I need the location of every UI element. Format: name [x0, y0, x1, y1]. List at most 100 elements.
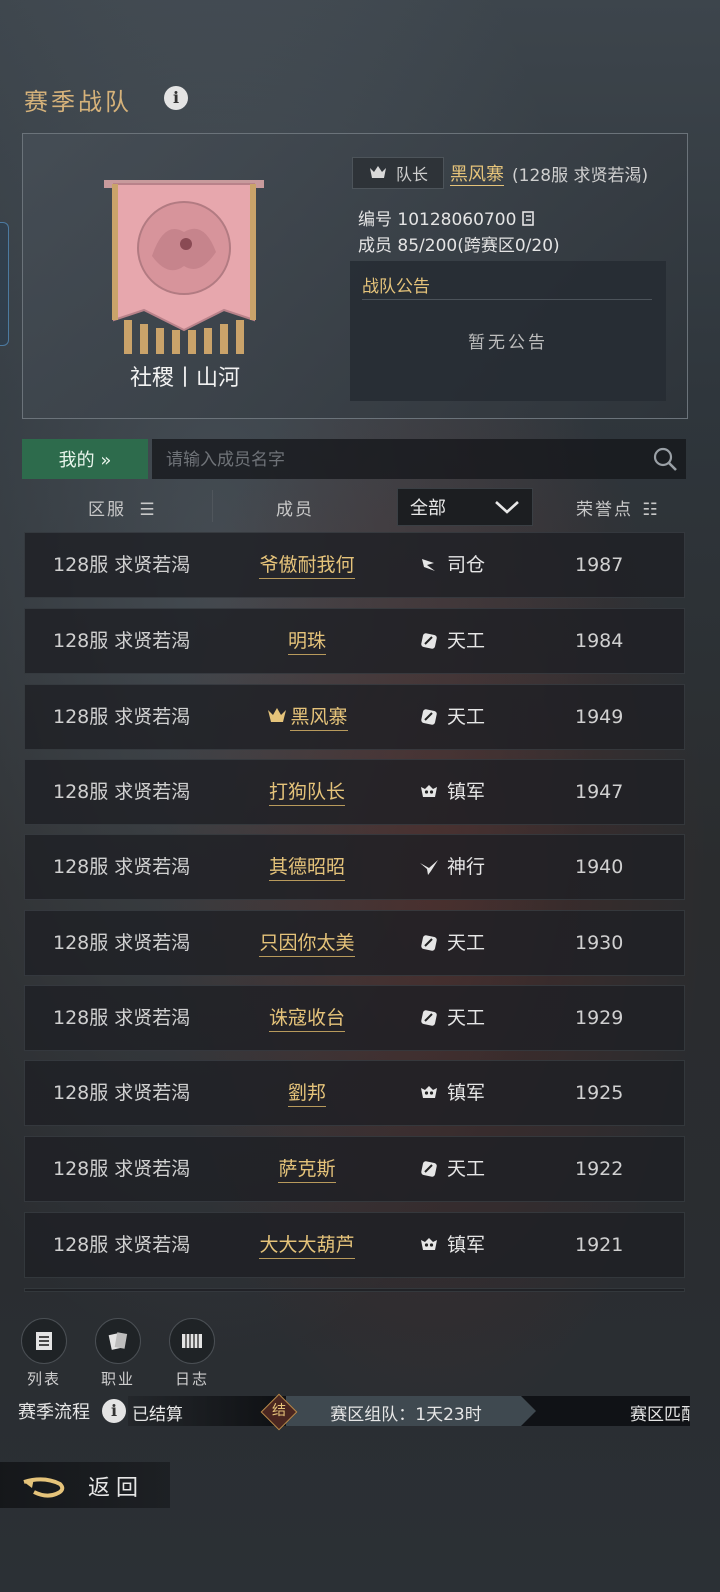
zhenjun-icon	[419, 1235, 439, 1255]
stage-current: 赛区组队：1天23时	[330, 1405, 482, 1425]
member-name-link[interactable]: 大大大葫芦	[215, 1213, 399, 1277]
member-name-link[interactable]: 黑风寨	[215, 685, 399, 749]
back-label[interactable]: 返回	[88, 1470, 144, 1502]
sicang-icon	[419, 555, 439, 575]
member-score: 1987	[575, 554, 624, 576]
member-job: 镇军	[419, 1061, 485, 1125]
sort-icon[interactable]: ☷	[642, 500, 659, 520]
member-job: 天工	[419, 685, 485, 749]
side-tab[interactable]	[0, 222, 9, 346]
info-icon[interactable]: i	[164, 86, 188, 110]
member-job: 天工	[419, 911, 485, 975]
tiangong-icon	[419, 707, 439, 727]
page-title: 赛季战队	[24, 88, 132, 116]
member-job: 天工	[419, 609, 485, 673]
member-row[interactable]: 128服 求贤若渴 打狗队长 镇军 1947	[24, 759, 685, 825]
member-job: 天工	[419, 1137, 485, 1201]
member-name-link[interactable]: 只因你太美	[215, 911, 399, 975]
member-job: 天工	[419, 986, 485, 1050]
column-score[interactable]: 荣誉点 ☷	[576, 495, 660, 520]
back-arrow-icon[interactable]	[20, 1474, 68, 1500]
season-info-icon[interactable]: i	[102, 1399, 126, 1423]
column-member: 成员	[276, 500, 314, 520]
mine-button[interactable]: 我的 »	[22, 439, 148, 479]
notice-body: 暂无公告	[468, 333, 548, 353]
member-name-link[interactable]: 打狗队长	[215, 760, 399, 824]
leader-label: 队长	[395, 165, 428, 184]
column-divider	[212, 490, 213, 522]
member-score: 1947	[575, 781, 624, 803]
member-server: 128服 求贤若渴	[53, 630, 191, 652]
member-row[interactable]: 128服 求贤若渴 萨克斯 天工 1922	[24, 1136, 685, 1202]
leader-crest-icon	[369, 166, 386, 178]
copy-icon[interactable]	[521, 211, 536, 227]
stage-settled: 已结算	[132, 1405, 183, 1425]
member-server: 128服 求贤若渴	[53, 1007, 191, 1029]
member-job: 镇军	[419, 760, 485, 824]
member-job: 神行	[419, 835, 485, 899]
member-row[interactable]: 128服 求贤若渴 诛寇收台 天工 1929	[24, 985, 685, 1051]
member-score: 1930	[575, 932, 624, 954]
shenxing-icon	[419, 857, 439, 877]
stage-marker-label: 结	[272, 1403, 286, 1419]
member-score: 1940	[575, 856, 624, 878]
member-server: 128服 求贤若渴	[53, 932, 191, 954]
cards-icon	[108, 1332, 128, 1350]
list-icon	[36, 1332, 52, 1350]
member-name-link[interactable]: 萨克斯	[215, 1137, 399, 1201]
job-filter-select[interactable]: 全部	[397, 488, 533, 526]
member-row-partial	[24, 1288, 685, 1292]
member-name-link[interactable]: 诛寇收台	[215, 986, 399, 1050]
member-score: 1984	[575, 630, 624, 652]
zhenjun-icon	[419, 1083, 439, 1103]
toolbar-job-button[interactable]: 职业	[94, 1318, 142, 1389]
tiangong-icon	[419, 1008, 439, 1028]
member-job: 司仓	[419, 533, 485, 597]
team-id: 编号 10128060700	[358, 205, 536, 230]
member-row[interactable]: 128服 求贤若渴 其德昭昭 神行 1940	[24, 834, 685, 900]
member-score: 1929	[575, 1007, 624, 1029]
toolbar-log-button[interactable]: 日志	[168, 1318, 216, 1389]
search-icon[interactable]	[652, 446, 678, 472]
team-banner-emblem	[104, 180, 264, 354]
zhenjun-icon	[419, 782, 439, 802]
member-row[interactable]: 128服 求贤若渴 只因你太美 天工 1930	[24, 910, 685, 976]
member-server: 128服 求贤若渴	[53, 706, 191, 728]
chevron-down-icon	[495, 501, 519, 514]
leader-tag: 队长	[352, 157, 444, 189]
member-row[interactable]: 128服 求贤若渴 明珠 天工 1984	[24, 608, 685, 674]
member-server: 128服 求贤若渴	[53, 1234, 191, 1256]
tiangong-icon	[419, 933, 439, 953]
tiangong-icon	[419, 1159, 439, 1179]
notice-title: 战队公告	[362, 277, 430, 297]
member-row[interactable]: 128服 求贤若渴 爷傲耐我何 司仓 1987	[24, 532, 685, 598]
member-name-link[interactable]: 劉邦	[215, 1061, 399, 1125]
member-name-link[interactable]: 其德昭昭	[215, 835, 399, 899]
toolbar-list-button[interactable]: 列表	[20, 1318, 68, 1389]
member-server: 128服 求贤若渴	[53, 781, 191, 803]
scroll-log-icon	[182, 1334, 202, 1348]
member-row[interactable]: 128服 求贤若渴 黑风寨 天工 1949	[24, 684, 685, 750]
member-row[interactable]: 128服 求贤若渴 大大大葫芦 镇军 1921	[24, 1212, 685, 1278]
search-input[interactable]	[164, 447, 628, 473]
leader-server: (128服 求贤若渴)	[512, 166, 649, 186]
team-name: 社稷丨山河	[129, 366, 240, 391]
member-score: 1922	[575, 1158, 624, 1180]
leader-name[interactable]: 黑风寨	[450, 160, 504, 186]
member-row[interactable]: 128服 求贤若渴 劉邦 镇军 1925	[24, 1060, 685, 1126]
season-flow-label: 赛季流程	[18, 1402, 90, 1423]
member-server: 128服 求贤若渴	[53, 554, 191, 576]
member-name-link[interactable]: 明珠	[215, 609, 399, 673]
member-server: 128服 求贤若渴	[53, 1082, 191, 1104]
member-name-link[interactable]: 爷傲耐我何	[215, 533, 399, 597]
member-score: 1925	[575, 1082, 624, 1104]
member-server: 128服 求贤若渴	[53, 1158, 191, 1180]
tiangong-icon	[419, 631, 439, 651]
member-count: 成员 85/200(跨赛区0/20)	[358, 236, 560, 256]
member-job: 镇军	[419, 1213, 485, 1277]
member-score: 1949	[575, 706, 624, 728]
leader-crest-icon	[268, 708, 287, 722]
column-server[interactable]: 区服 ☰	[88, 495, 157, 520]
stage-next: 赛区匹配	[630, 1405, 690, 1425]
sort-menu-icon[interactable]: ☰	[139, 500, 156, 520]
